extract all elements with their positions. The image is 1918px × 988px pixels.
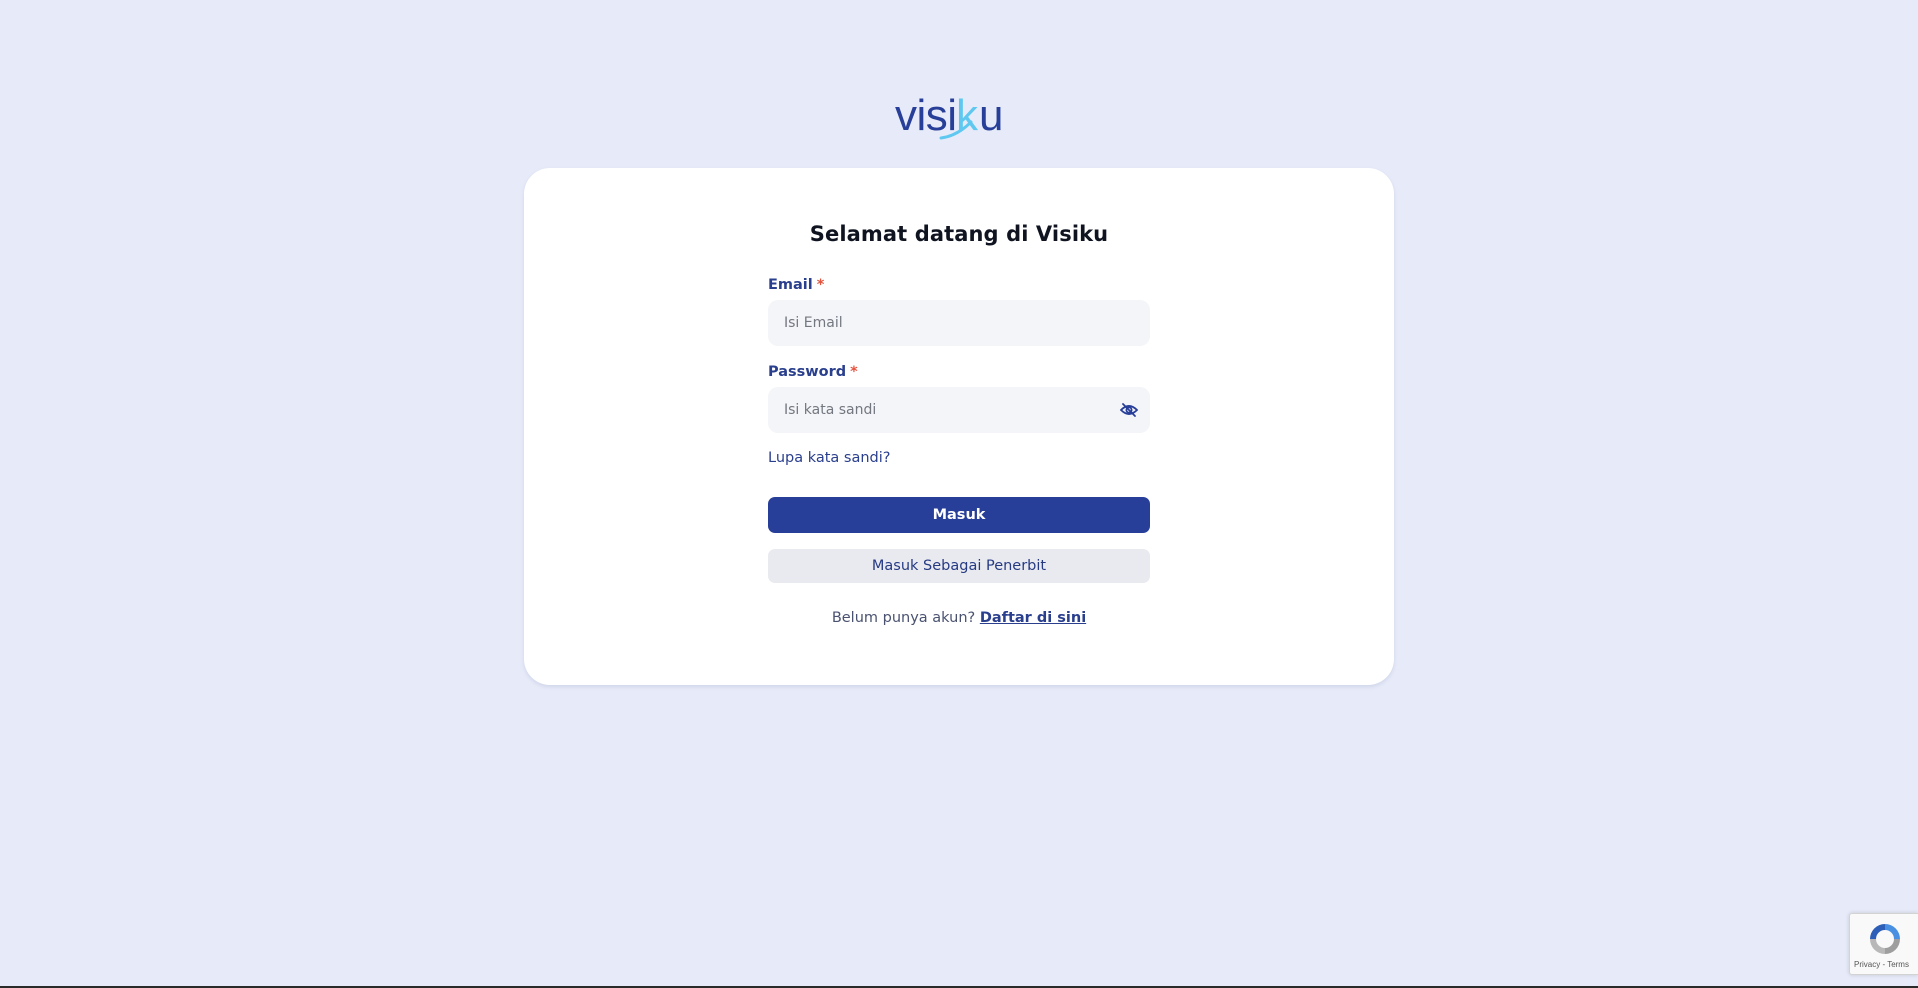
login-card: Selamat datang di Visiku Email* Password…	[524, 168, 1394, 685]
svg-text:visi: visi	[895, 92, 957, 140]
email-field[interactable]	[768, 300, 1150, 346]
email-field-box	[768, 300, 1150, 346]
login-button[interactable]: Masuk	[768, 497, 1150, 533]
svg-text:u: u	[979, 92, 1003, 140]
eye-off-icon[interactable]	[1119, 402, 1139, 418]
visiku-logo: visi k u	[895, 92, 1025, 142]
forgot-password-link[interactable]: Lupa kata sandi?	[768, 450, 890, 466]
recaptcha-icon	[1870, 924, 1900, 954]
signup-prompt-text: Belum punya akun?	[831, 610, 976, 626]
email-label-text: Email	[768, 277, 813, 293]
login-page: visi k u Selamat datang di Visiku Email *…	[0, 0, 1918, 988]
required-mark: *	[816, 277, 825, 293]
signup-link[interactable]: Daftar di sini	[980, 610, 1086, 626]
publisher-login-button[interactable]: Masuk Sebagai Penerbit	[768, 549, 1150, 583]
password-field[interactable]	[768, 387, 1150, 433]
password-field-box	[768, 387, 1150, 433]
email-label: Email *	[768, 277, 824, 293]
password-label-text: Password	[768, 364, 847, 380]
recaptcha-badge[interactable]: Privacy - Terms	[1849, 913, 1918, 975]
password-label: Password *	[768, 364, 858, 380]
required-mark: *	[850, 364, 858, 380]
signup-prompt: Belum punya akun? Daftar di sini	[768, 610, 1150, 626]
page-title: Selamat datang di Visiku	[809, 222, 1109, 246]
recaptcha-links[interactable]: Privacy - Terms	[1854, 960, 1909, 969]
